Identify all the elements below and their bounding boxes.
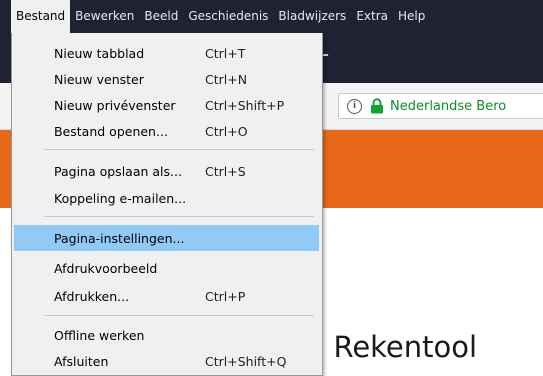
menu-bewerken[interactable]: Bewerken [70,0,139,33]
menu-item-label: Koppeling e-mailen... [54,190,187,206]
menu-help[interactable]: Help [393,0,430,33]
menu-extra[interactable]: Extra [351,0,393,33]
menu-item-new-window[interactable]: Nieuw venster Ctrl+N [14,66,319,92]
menu-bladwijzers[interactable]: Bladwijzers [273,0,351,33]
menu-item-open-file[interactable]: Bestand openen... Ctrl+O [14,118,319,144]
menu-item-shortcut: Ctrl+Shift+P [205,97,285,113]
menu-separator [44,149,314,150]
menu-separator [44,315,314,316]
menu-item-label: Pagina-instellingen... [54,230,185,246]
menu-separator [44,216,314,217]
menu-item-label: Offline werken [54,327,145,343]
menu-bestand[interactable]: Bestand [11,0,71,33]
url-text: Nederlandse Bero [390,98,507,114]
page-heading: C Rekentool [304,330,478,364]
menu-item-label: Nieuw tabblad [54,45,145,61]
menu-beeld[interactable]: Beeld [139,0,183,33]
file-menu-dropdown: Nieuw tabblad Ctrl+T Nieuw venster Ctrl+… [11,33,323,376]
menu-item-label: Pagina opslaan als... [54,163,182,179]
menu-item-save-page[interactable]: Pagina opslaan als... Ctrl+S [14,158,319,184]
menu-item-work-offline[interactable]: Offline werken [14,322,319,348]
menu-item-shortcut: Ctrl+O [205,123,248,139]
menu-item-print-preview[interactable]: Afdrukvoorbeeld [14,255,319,281]
menu-item-new-private-window[interactable]: Nieuw privévenster Ctrl+Shift+P [14,92,319,118]
menu-item-quit[interactable]: Afsluiten Ctrl+Shift+Q [14,348,319,374]
menu-bar: Bestand Bewerken Beeld Geschiedenis Blad… [0,0,543,33]
menu-item-page-setup[interactable]: Pagina-instellingen... [14,225,319,251]
menu-item-label: Bestand openen... [54,123,168,139]
url-bar[interactable]: i Nederlandse Bero [338,93,543,119]
menu-item-label: Nieuw venster [54,71,144,87]
menu-item-shortcut: Ctrl+T [205,45,246,61]
menu-item-shortcut: Ctrl+N [205,71,248,87]
menu-item-print[interactable]: Afdrukken... Ctrl+P [14,283,319,309]
menu-geschiedenis[interactable]: Geschiedenis [183,0,273,33]
menu-item-label: Nieuw privévenster [54,97,176,113]
menu-item-label: Afdrukvoorbeeld [54,260,158,276]
menu-item-label: Afdrukken... [54,288,130,304]
menu-item-new-tab[interactable]: Nieuw tabblad Ctrl+T [14,40,319,66]
info-icon[interactable]: i [347,98,362,114]
lock-icon [371,98,383,114]
menu-item-shortcut: Ctrl+P [205,288,246,304]
menu-item-label: Afsluiten [54,353,109,369]
menu-item-email-link[interactable]: Koppeling e-mailen... [14,185,319,211]
menu-item-shortcut: Ctrl+S [205,163,246,179]
menu-item-shortcut: Ctrl+Shift+Q [205,353,287,369]
